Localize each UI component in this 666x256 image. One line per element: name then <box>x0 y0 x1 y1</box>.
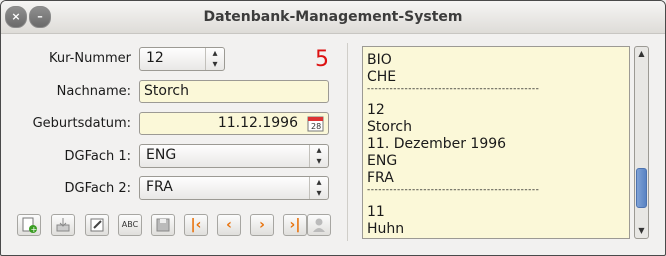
user-icon <box>313 218 325 232</box>
dgfach2-select[interactable]: FRA ▴ ▾ <box>139 176 329 200</box>
vertical-scrollbar[interactable]: ▲ ▼ <box>634 46 649 239</box>
import-button[interactable] <box>51 214 75 236</box>
geburtsdatum-value: 11.12.1996 <box>217 115 298 131</box>
scroll-down-arrow-icon[interactable]: ▼ <box>636 225 647 237</box>
dgfach2-value: FRA <box>146 179 173 195</box>
list-item: ENG <box>367 153 398 169</box>
dropdown-arrows-icon[interactable]: ▴ ▾ <box>309 177 328 199</box>
kur-nummer-label: Kur-Nummer <box>49 51 131 66</box>
dgfach1-value: ENG <box>146 147 177 163</box>
first-record-button[interactable]: |‹ <box>184 214 208 236</box>
calendar-icon[interactable]: 28 <box>307 115 324 132</box>
kur-nummer-spinner[interactable]: 12 ▴ ▾ <box>139 47 225 71</box>
edit-button[interactable] <box>85 214 109 236</box>
window-title: Datenbank-Management-System <box>203 9 463 25</box>
scroll-up-arrow-icon[interactable]: ▲ <box>636 48 647 60</box>
list-item: CHE <box>367 69 397 85</box>
list-item: 11. Dezember 1996 <box>367 136 507 152</box>
next-record-icon: › <box>259 217 265 233</box>
list-item: Huhn <box>367 221 405 237</box>
svg-text:28: 28 <box>311 122 321 131</box>
record-count: 5 <box>315 47 329 72</box>
new-record-icon: + <box>22 217 38 234</box>
previous-record-button[interactable]: ‹ <box>217 214 241 236</box>
edit-icon <box>90 218 104 232</box>
dgfach1-label: DGFach 1: <box>64 149 131 164</box>
list-item: 12 <box>367 102 385 118</box>
geburtsdatum-label: Geburtsdatum: <box>32 116 131 131</box>
record-list[interactable]: – BIO CHE ------------------------------… <box>362 46 630 239</box>
app-window: × – Datenbank-Management-System Kur-Numm… <box>0 0 666 256</box>
scroll-thumb[interactable] <box>636 168 647 208</box>
import-icon <box>56 218 70 232</box>
new-record-button[interactable]: + <box>17 214 41 236</box>
previous-record-icon: ‹ <box>226 217 232 233</box>
save-button[interactable] <box>151 214 175 236</box>
nachname-input[interactable]: Storch <box>139 80 329 103</box>
save-icon <box>156 218 170 232</box>
dgfach2-label: DGFach 2: <box>64 181 131 196</box>
next-record-button[interactable]: › <box>250 214 274 236</box>
first-record-icon: |‹ <box>190 217 202 233</box>
user-button[interactable] <box>307 214 331 236</box>
kur-nummer-value: 12 <box>146 50 164 66</box>
spellcheck-icon: ABC <box>121 220 139 229</box>
nachname-label: Nachname: <box>56 84 131 99</box>
nachname-value: Storch <box>144 83 189 99</box>
svg-text:+: + <box>31 225 38 234</box>
last-record-icon: ›| <box>289 217 301 233</box>
title-bar: × – Datenbank-Management-System <box>1 1 665 34</box>
last-record-button[interactable]: ›| <box>283 214 307 236</box>
list-item: FRA <box>367 170 394 186</box>
list-separator: ----------------------------------------… <box>367 84 540 94</box>
list-item: Storch <box>367 119 412 135</box>
list-item: BIO <box>367 52 392 68</box>
list-item: 11 <box>367 204 385 220</box>
spinner-arrows-icon[interactable]: ▴ ▾ <box>205 48 224 70</box>
dgfach1-select[interactable]: ENG ▴ ▾ <box>139 144 329 168</box>
pane-divider <box>347 43 348 241</box>
spellcheck-button[interactable]: ABC <box>118 214 142 236</box>
list-separator: ----------------------------------------… <box>367 185 540 195</box>
geburtsdatum-input[interactable]: 11.12.1996 28 <box>139 112 329 135</box>
dropdown-arrows-icon[interactable]: ▴ ▾ <box>309 145 328 167</box>
